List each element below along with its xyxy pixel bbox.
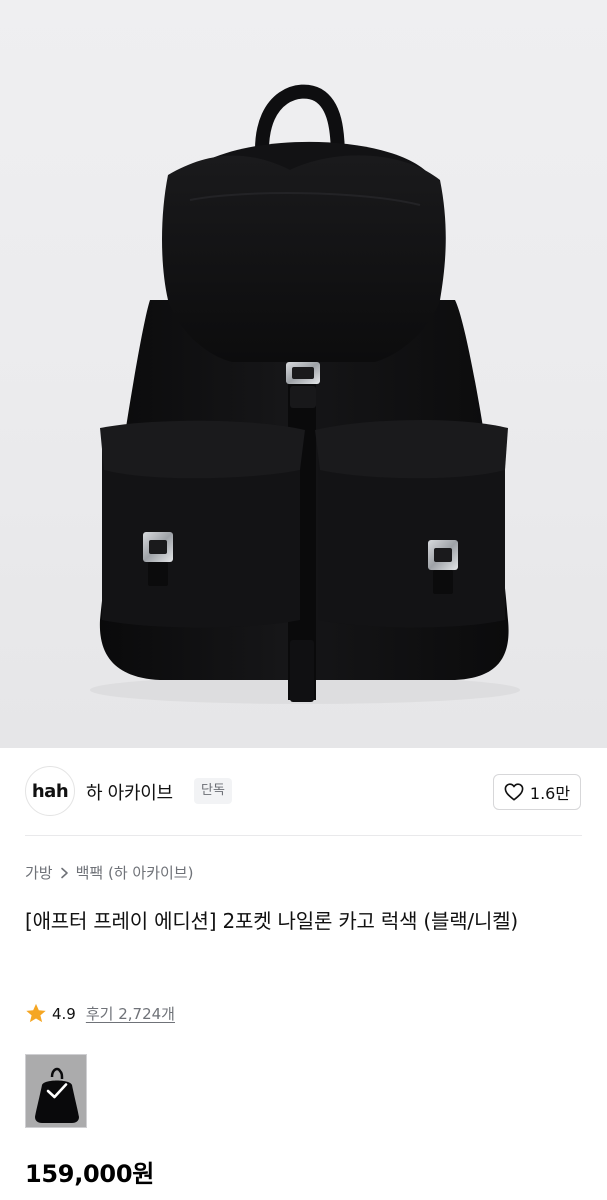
divider xyxy=(25,835,582,836)
breadcrumb-subcategory[interactable]: 백팩 (하 아카이브) xyxy=(76,862,194,883)
review-count-link[interactable]: 후기 2,724개 xyxy=(86,1003,175,1024)
brand-name[interactable]: 하 아카이브 xyxy=(86,779,173,805)
product-title: [애프터 프레이 에디션] 2포켓 나일론 카고 럭색 (블랙/니켈) xyxy=(25,909,518,933)
product-main-image[interactable] xyxy=(0,0,607,748)
chevron-right-icon xyxy=(60,867,69,879)
breadcrumb: 가방 백팩 (하 아카이브) xyxy=(25,862,193,883)
brand-row: hah 하 아카이브 단독 1.6만 xyxy=(0,748,607,836)
breadcrumb-category[interactable]: 가방 xyxy=(25,862,53,883)
check-icon xyxy=(45,1081,69,1101)
rating-row: 4.9 후기 2,724개 xyxy=(25,1003,175,1024)
heart-icon xyxy=(504,783,524,801)
star-icon xyxy=(25,1003,52,1024)
product-price: 159,000원 xyxy=(25,1160,154,1188)
exclusive-badge: 단독 xyxy=(194,778,232,804)
rating-value: 4.9 xyxy=(52,1004,76,1023)
brand-logo[interactable]: hah xyxy=(25,766,75,816)
like-button[interactable]: 1.6만 xyxy=(493,774,581,810)
like-count: 1.6만 xyxy=(529,784,571,803)
backpack-illustration xyxy=(90,84,520,704)
option-thumbnail-selected[interactable] xyxy=(25,1054,87,1128)
